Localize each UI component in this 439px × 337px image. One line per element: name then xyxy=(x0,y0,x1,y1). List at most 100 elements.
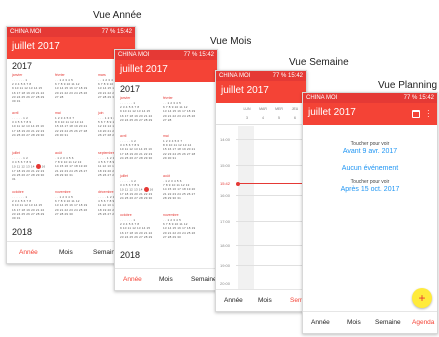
month-block[interactable]: janvier · · · · · · 1 2 3 4 5 6 7 8 9 10… xyxy=(120,96,158,122)
phone-week-view: CHINA MOI 77 % 15:42 juillet 2017 LUN MA… xyxy=(215,70,307,312)
nav-year[interactable]: Année xyxy=(19,249,38,256)
month-block[interactable]: janvier · · · · · · 1 2 3 4 5 6 7 8 9 10… xyxy=(12,73,50,103)
week-row: 29 30 31 xyxy=(163,155,177,160)
year-label-bottom: 2018 xyxy=(12,227,33,237)
bottom-nav: Année Mois Sem xyxy=(216,289,306,311)
week-row: 28 29 30 31 xyxy=(55,172,74,177)
year-label-bottom: 2018 xyxy=(120,250,141,260)
nav-agenda[interactable]: Agenda xyxy=(412,319,434,326)
nav-year[interactable]: Année xyxy=(224,297,243,304)
caption-month-view: Vue Mois xyxy=(210,36,252,47)
caption-agenda-view: Vue Planning xyxy=(378,80,438,91)
weekday-date[interactable]: 3 xyxy=(240,116,254,120)
weekday-label[interactable]: MAR xyxy=(256,107,270,111)
month-block[interactable]: août · 1 2 3 4 5 6 7 8 9 10 11 12 13 14 … xyxy=(163,174,201,200)
status-bar: CHINA MOI 77 % 15:42 xyxy=(216,71,306,81)
hour-gridline xyxy=(236,165,306,166)
battery-time: 77 % 15:42 xyxy=(403,95,434,101)
nav-month[interactable]: Mois xyxy=(159,276,173,283)
touch-after-hint: Toucher pour voir xyxy=(350,179,390,185)
current-time-label: 15:42 xyxy=(220,181,231,186)
week-row: 13 14 15 16 17 18 19 xyxy=(163,109,196,114)
month-block[interactable]: février · · 1 2 3 4 5 6 7 8 9 10 11 12 1… xyxy=(163,96,201,122)
month-block[interactable]: novembre · · 1 2 3 4 5 6 7 8 9 10 11 12 … xyxy=(55,190,93,216)
battery-time: 77 % 15:42 xyxy=(183,52,214,58)
week-row: 24 25 26 27 28 29 30 xyxy=(12,132,45,137)
app-bar-title[interactable]: juillet 2017 xyxy=(221,85,269,96)
today-marker[interactable] xyxy=(35,164,41,169)
week-row: 23 24 25 26 27 28 29 xyxy=(120,234,153,239)
hour-gridline xyxy=(236,265,306,266)
app-bar-title[interactable]: juillet 2017 xyxy=(308,107,356,118)
hour-label: 20:00 xyxy=(220,281,231,286)
carrier-label: CHINA MOI xyxy=(219,73,251,79)
week-row: 13 14 15 16 17 18 19 xyxy=(163,226,196,231)
battery-time: 77 % 15:42 xyxy=(272,73,303,79)
caption-week-view: Vue Semaine xyxy=(289,57,349,68)
bottom-nav: Année Mois Semaine xyxy=(115,268,217,290)
overflow-menu-icon[interactable]: · · · xyxy=(427,107,430,121)
week-row: 14 15 16 17 18 19 20 xyxy=(55,164,88,169)
weekday-date[interactable]: 6 xyxy=(288,116,302,120)
weekday-label[interactable]: LUN xyxy=(240,107,254,111)
carrier-label: CHINA MOI xyxy=(10,29,42,35)
week-row: 24 25 26 27 28 29 30 xyxy=(120,155,153,160)
week-row: 13 14 15 16 17 18 19 xyxy=(55,203,88,208)
weekday-date[interactable]: 4 xyxy=(256,116,270,120)
add-event-fab[interactable]: + xyxy=(412,288,432,308)
month-block[interactable]: novembre · · 1 2 3 4 5 6 7 8 9 10 11 12 … xyxy=(163,213,201,239)
week-row: 31 xyxy=(12,176,16,181)
nav-month[interactable]: Mois xyxy=(59,249,73,256)
nav-year[interactable]: Année xyxy=(311,319,330,326)
nav-week[interactable]: Semaine xyxy=(191,276,217,283)
month-block[interactable]: octobre · · · · · · 1 2 3 4 5 6 7 8 9 10… xyxy=(12,190,50,220)
week-row: 27 28 29 30 xyxy=(55,211,74,216)
weekday-label[interactable]: MER xyxy=(272,107,286,111)
week-header: LUN MAR MER JEU 3 4 5 6 xyxy=(216,103,306,125)
week-row: 29 30 31 xyxy=(55,132,69,137)
nav-week[interactable]: Semaine xyxy=(375,319,401,326)
carrier-label: CHINA MOI xyxy=(118,52,150,58)
month-block[interactable]: avril · · · · · 1 2 3 4 5 6 7 8 9 10 11 … xyxy=(12,111,50,137)
week-row: 27 28 xyxy=(163,117,172,122)
hour-label: 14:00 xyxy=(220,137,231,142)
week-row: 15 16 17 18 19 20 21 xyxy=(163,147,196,152)
month-block[interactable]: juillet · · · · · 1 2 3 4 5 6 7 8 9 10 1… xyxy=(120,174,158,200)
hour-gridline xyxy=(236,245,306,246)
month-block[interactable]: août · 1 2 3 4 5 6 7 8 9 10 11 12 13 14 … xyxy=(55,151,93,177)
hour-label: 19:00 xyxy=(220,263,231,268)
week-row: 10 11 12 13 14 16 xyxy=(12,164,46,169)
nav-year[interactable]: Année xyxy=(123,276,142,283)
before-date-link[interactable]: Avant 9 avr. 2017 xyxy=(303,148,437,155)
hour-label: 17:00 xyxy=(220,219,231,224)
month-block[interactable]: avril · · · · · 1 2 3 4 5 6 7 8 9 10 11 … xyxy=(120,134,158,160)
status-bar: CHINA MOI 77 % 15:42 xyxy=(115,50,217,60)
year-label-top: 2017 xyxy=(12,61,33,71)
hour-label: 15:00 xyxy=(220,163,231,168)
month-block[interactable]: mai 1 2 3 4 5 6 7 8 9 10 11 12 13 14 15 … xyxy=(163,134,201,160)
month-block[interactable]: octobre · · · · · · 1 2 3 4 5 6 7 8 9 10… xyxy=(120,213,158,239)
app-bar-title[interactable]: juillet 2017 xyxy=(120,64,168,75)
app-bar-title[interactable]: juillet 2017 xyxy=(12,41,60,52)
month-block[interactable]: mai 1 2 3 4 5 6 7 8 9 10 11 12 13 14 15 … xyxy=(55,111,93,137)
today-marker[interactable] xyxy=(143,187,149,192)
month-block[interactable]: février · · 1 2 3 4 5 6 7 8 9 10 11 12 1… xyxy=(55,73,93,99)
hour-gridline xyxy=(236,195,306,196)
week-row: 27 28 29 30 xyxy=(163,234,182,239)
nav-month[interactable]: Mois xyxy=(347,319,361,326)
weekday-label[interactable]: JEU xyxy=(288,107,302,111)
status-bar: CHINA MOI 77 % 15:42 xyxy=(7,27,135,37)
after-date-link[interactable]: Après 15 oct. 2017 xyxy=(303,186,437,193)
week-row: 13 14 15 16 17 18 19 xyxy=(55,86,88,91)
month-block[interactable]: juillet · · · · · 1 2 3 4 5 6 7 8 9 10 1… xyxy=(12,151,50,181)
battery-time: 77 % 15:42 xyxy=(101,29,132,35)
hour-label: 18:00 xyxy=(220,243,231,248)
app-bar: juillet 2017 xyxy=(115,60,217,82)
app-bar: juillet 2017 xyxy=(216,81,306,103)
hour-gridline xyxy=(236,221,306,222)
week-row: 28 29 30 31 xyxy=(163,195,182,200)
nav-month[interactable]: Mois xyxy=(258,297,272,304)
week-row: 23 24 25 26 27 28 29 xyxy=(120,117,153,122)
calendar-today-icon[interactable] xyxy=(412,110,420,118)
weekday-date[interactable]: 5 xyxy=(272,116,286,120)
